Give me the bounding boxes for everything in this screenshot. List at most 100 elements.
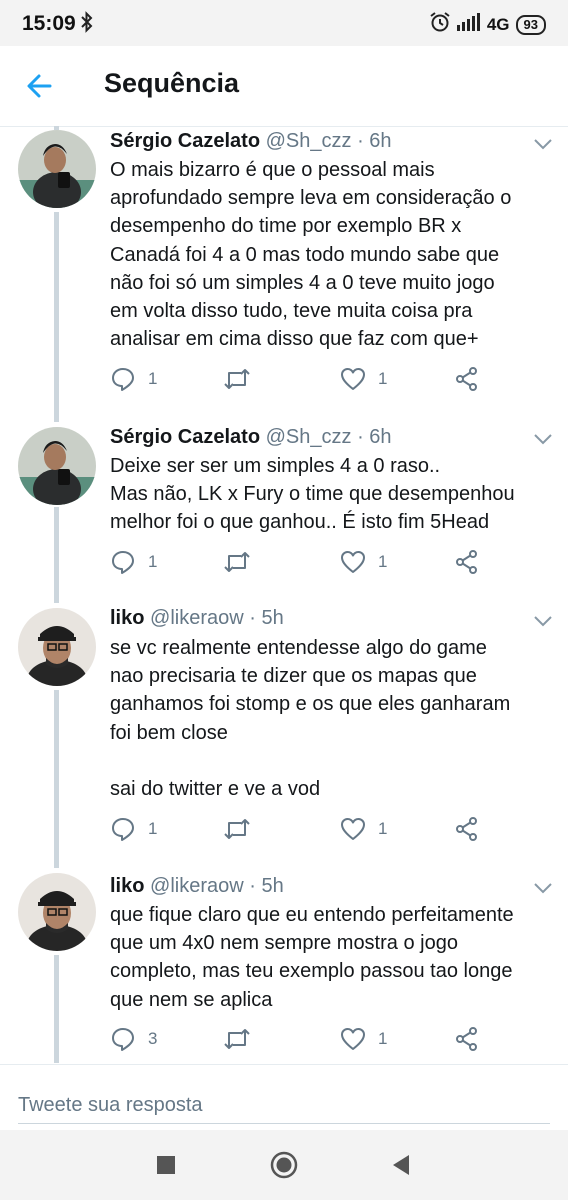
avatar[interactable] — [18, 130, 96, 208]
separator-dot: · — [249, 607, 256, 629]
like-button[interactable]: 1 — [340, 549, 387, 575]
heart-icon — [341, 551, 365, 573]
share-icon — [456, 817, 477, 841]
reply-button[interactable]: 1 — [110, 816, 157, 842]
tweet-time[interactable]: 6h — [369, 130, 391, 152]
heart-icon — [341, 1028, 365, 1050]
retweet-button[interactable] — [222, 1026, 252, 1052]
retweet-icon — [224, 819, 250, 839]
bluetooth-icon — [80, 11, 94, 38]
chevron-down-icon — [534, 616, 552, 627]
reply-count: 1 — [148, 552, 158, 571]
app-bar: Sequência — [0, 46, 568, 127]
network-type: 4G — [486, 14, 510, 34]
tweet-header: liko @likeraow · 5h — [110, 875, 284, 898]
back-button[interactable] — [22, 68, 58, 104]
author-handle[interactable]: @Sh_czz — [266, 130, 352, 152]
system-nav-bar — [0, 1130, 568, 1200]
reply-icon — [112, 818, 134, 841]
retweet-icon — [224, 369, 250, 389]
avatar[interactable] — [18, 427, 96, 505]
tweet-actions: 1 1 — [110, 366, 550, 396]
reply-icon — [112, 368, 134, 391]
tweet-time[interactable]: 5h — [261, 875, 283, 897]
avatar[interactable] — [18, 873, 96, 951]
retweet-icon — [224, 552, 250, 572]
tweet-time[interactable]: 5h — [261, 607, 283, 629]
like-button[interactable]: 1 — [340, 366, 387, 392]
thread-line — [54, 955, 59, 1063]
page-title: Sequência — [104, 68, 240, 98]
like-count: 1 — [378, 552, 388, 571]
author-handle[interactable]: @likeraow — [150, 607, 244, 629]
heart-icon — [341, 368, 365, 390]
home-circle-icon — [270, 1151, 298, 1179]
recents-button[interactable] — [151, 1150, 181, 1180]
tweet-header: Sérgio Cazelato @Sh_czz · 6h — [110, 426, 392, 449]
tweet-text: O mais bizarro é que o pessoal mais apro… — [110, 159, 512, 351]
more-options-chevron[interactable] — [532, 432, 554, 446]
reply-icon — [112, 1028, 134, 1051]
like-count: 1 — [378, 819, 388, 838]
share-icon — [456, 367, 477, 391]
author-name[interactable]: liko — [110, 607, 144, 629]
tweet-time[interactable]: 6h — [369, 426, 391, 448]
share-icon — [456, 1027, 477, 1051]
retweet-button[interactable] — [222, 366, 252, 392]
triangle-back-icon — [393, 1155, 409, 1175]
square-icon — [157, 1156, 175, 1174]
status-time: 15:09 — [22, 12, 76, 35]
tweet-text: que fique claro que eu entendo perfeitam… — [110, 904, 514, 1011]
reply-button[interactable]: 1 — [110, 549, 157, 575]
like-button[interactable]: 1 — [340, 816, 387, 842]
tweet-actions: 1 1 — [110, 549, 550, 579]
reply-input[interactable] — [18, 1087, 550, 1124]
signal-icon — [456, 13, 481, 36]
retweet-button[interactable] — [222, 816, 252, 842]
reply-count: 1 — [148, 819, 158, 838]
share-button[interactable] — [454, 816, 480, 842]
tweet-actions: 3 1 — [110, 1026, 550, 1056]
tweet-header: liko @likeraow · 5h — [110, 607, 284, 630]
back-nav-button[interactable] — [386, 1150, 416, 1180]
retweet-button[interactable] — [222, 549, 252, 575]
author-handle[interactable]: @Sh_czz — [266, 426, 352, 448]
chevron-down-icon — [534, 883, 552, 894]
retweet-icon — [224, 1029, 250, 1049]
status-bar: 15:09 4G 93 — [0, 0, 568, 46]
share-button[interactable] — [454, 549, 480, 575]
tweet-header: Sérgio Cazelato @Sh_czz · 6h — [110, 130, 392, 153]
thread-line — [54, 507, 59, 603]
reply-count: 1 — [148, 369, 158, 388]
separator-dot: · — [357, 426, 364, 448]
share-icon — [456, 550, 477, 574]
back-arrow-icon — [27, 74, 52, 98]
reply-composer — [0, 1064, 568, 1131]
reply-button[interactable]: 3 — [110, 1026, 157, 1052]
tweet-text: Deixe ser ser um simples 4 a 0 raso.. Ma… — [110, 455, 515, 534]
thread-line — [54, 690, 59, 868]
share-button[interactable] — [454, 1026, 480, 1052]
author-name[interactable]: Sérgio Cazelato — [110, 426, 260, 448]
tweet-text: se vc realmente entendesse algo do game … — [110, 637, 511, 801]
chevron-down-icon — [534, 139, 552, 150]
more-options-chevron[interactable] — [532, 881, 554, 895]
more-options-chevron[interactable] — [532, 614, 554, 628]
like-count: 1 — [378, 369, 388, 388]
separator-dot: · — [357, 130, 364, 152]
author-name[interactable]: liko — [110, 875, 144, 897]
status-indicators: 4G 93 — [429, 11, 546, 38]
avatar[interactable] — [18, 608, 96, 686]
heart-icon — [341, 818, 365, 840]
author-handle[interactable]: @likeraow — [150, 875, 244, 897]
tweet-actions: 1 1 — [110, 816, 550, 846]
more-options-chevron[interactable] — [532, 137, 554, 151]
share-button[interactable] — [454, 366, 480, 392]
reply-button[interactable]: 1 — [110, 366, 157, 392]
home-button[interactable] — [269, 1150, 299, 1180]
author-name[interactable]: Sérgio Cazelato — [110, 130, 260, 152]
chevron-down-icon — [534, 434, 552, 445]
reply-icon — [112, 551, 134, 574]
like-button[interactable]: 1 — [340, 1026, 387, 1052]
alarm-icon — [429, 11, 451, 38]
